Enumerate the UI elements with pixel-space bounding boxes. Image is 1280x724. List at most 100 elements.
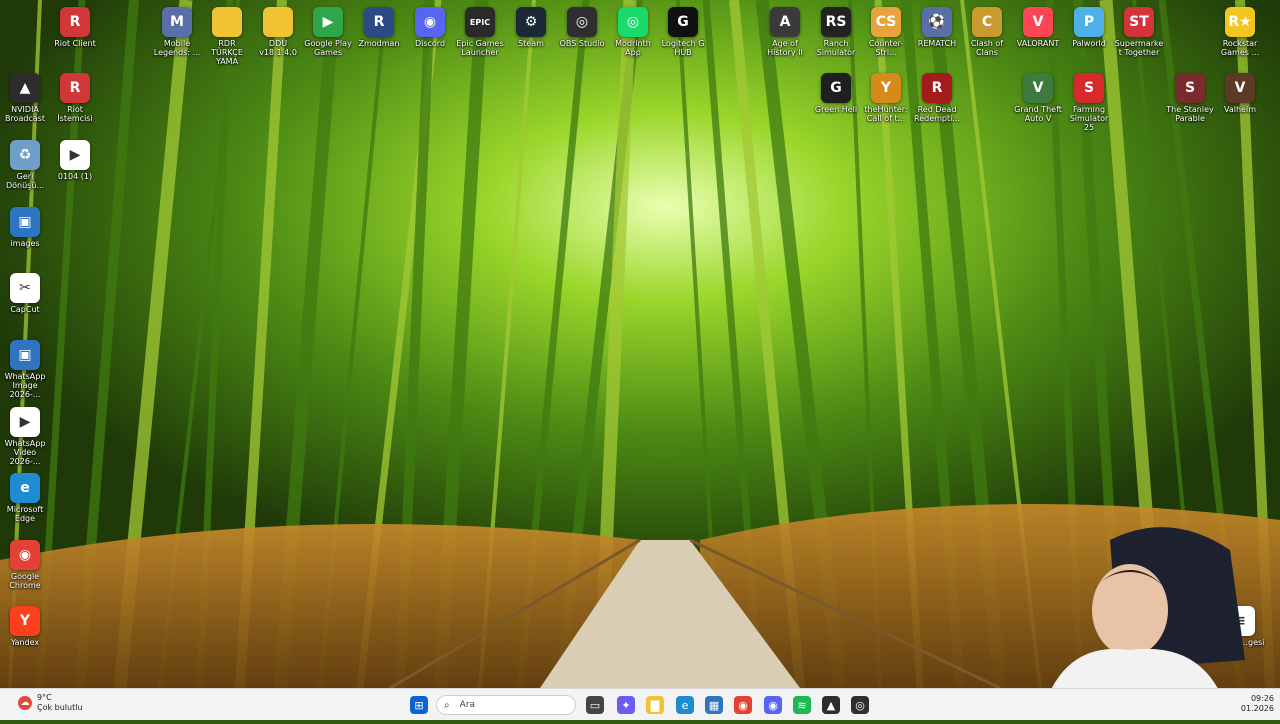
game-icon: R (922, 73, 952, 103)
desktop-icon-label: CapCut (10, 305, 40, 314)
search-icon: ⌕ (444, 699, 450, 711)
desktop-icon[interactable]: ▲ NVIDIA Broadcast (0, 70, 50, 123)
desktop-icon-label: Steam (518, 39, 544, 48)
desktop-icon[interactable]: ▶ 0104 (1) (50, 137, 100, 181)
taskbar-copilot-icon[interactable]: ✦ (617, 696, 635, 714)
taskbar-file-explorer-icon[interactable]: ▇ (646, 696, 664, 714)
modrinth-icon: ◎ (618, 7, 648, 37)
desktop-icon[interactable]: ◉ Discord (405, 4, 455, 48)
desktop-icon-label: Valheim (1224, 105, 1256, 114)
valorant-icon: V (1023, 7, 1053, 37)
desktop-icon-label: Epic Games Launcher (456, 39, 504, 57)
image-file-icon: ▣ (10, 340, 40, 370)
epic-icon: EPIC (465, 7, 495, 37)
system-clock[interactable]: 09:26 01.2026 (1241, 694, 1274, 714)
chrome-icon: ◉ (10, 540, 40, 570)
game-icon: RS (821, 7, 851, 37)
desktop-icon[interactable]: G Green Hell (811, 70, 861, 114)
desktop-icon[interactable]: V VALORANT (1013, 4, 1063, 48)
desktop-icon-label: Riot İstemcisi (57, 105, 93, 123)
desktop-icon[interactable]: ♻ Geri Dönüşü... (0, 137, 50, 190)
cs-icon: CS (871, 7, 901, 37)
weather-icon: ☁ (18, 696, 32, 710)
desktop-icon-label: Microsoft Edge (6, 505, 44, 523)
desktop-icon[interactable]: ▣ images (0, 204, 50, 248)
weather-temperature: 9°C (37, 693, 52, 702)
desktop-icon-label: RDR TÜRKÇE YAMA (211, 39, 243, 66)
video-file-icon: ▶ (60, 140, 90, 170)
desktop-icon[interactable]: ▶ Google Play Games (303, 4, 353, 57)
weather-description: Çok bulutlu (37, 703, 83, 712)
desktop-icon[interactable]: DDU v18.1.4.0 (253, 4, 303, 57)
desktop-icon[interactable]: ◎ Modrinth App (608, 4, 658, 57)
desktop-icon[interactable]: R★ Rockstar Games ... (1215, 4, 1265, 57)
desktop-icon[interactable]: ▣ WhatsApp Image 2026-... (0, 337, 50, 399)
desktop-icon-label: Ranch Simulator (816, 39, 856, 57)
rockstar-icon: R★ (1225, 7, 1255, 37)
image-file-icon: ▣ (10, 207, 40, 237)
desktop-icon[interactable]: V Grand Theft Auto V (1013, 70, 1063, 123)
desktop-icon[interactable]: R Riot İstemcisi (50, 70, 100, 123)
taskbar-chrome-icon[interactable]: ◉ (734, 696, 752, 714)
desktop-icon[interactable]: ◎ OBS Studio (557, 4, 607, 48)
desktop-icon-label: Riot Client (54, 39, 96, 48)
desktop-icon-label: REMATCH (917, 39, 957, 48)
desktop-icon[interactable]: RDR TÜRKÇE YAMA (202, 4, 252, 66)
taskbar-obs-icon[interactable]: ◎ (851, 696, 869, 714)
taskbar-discord-icon[interactable]: ◉ (764, 696, 782, 714)
desktop-icon-label: Zmodman (358, 39, 400, 48)
taskbar-store-icon[interactable]: ▦ (705, 696, 723, 714)
desktop-icon[interactable]: ✂ CapCut (0, 270, 50, 314)
desktop-icon[interactable]: S The Stanley Parable (1165, 70, 1215, 123)
desktop-icon-label: WhatsApp Image 2026-... (4, 372, 46, 399)
desktop-icon[interactable]: ⚽ REMATCH (912, 4, 962, 48)
desktop-icon[interactable]: R Red Dead Redempti... (912, 70, 962, 123)
desktop-icon[interactable]: Y Yandex (0, 603, 50, 647)
taskbar-spotify-icon[interactable]: ≋ (793, 696, 811, 714)
edge-icon: e (10, 473, 40, 503)
desktop-icon[interactable]: EPIC Epic Games Launcher (455, 4, 505, 57)
folder-icon (263, 7, 293, 37)
desktop-icon-label: theHunter: Call of t... (864, 105, 908, 123)
desktop-icon[interactable]: RS Ranch Simulator (811, 4, 861, 57)
game-icon: V (1225, 73, 1255, 103)
desktop-icon-label: OBS Studio (559, 39, 605, 48)
taskbar-task-view-icon[interactable]: ▭ (586, 696, 604, 714)
desktop-icon-label: Farming Simulator 25 (1069, 105, 1109, 132)
desktop-icon-label: Palworld (1072, 39, 1106, 48)
search-box[interactable]: ⌕ Ara (436, 695, 576, 715)
desktop-icon[interactable]: ◉ Google Chrome (0, 537, 50, 590)
desktop-icon[interactable]: S Farming Simulator 25 (1064, 70, 1114, 132)
desktop-icon[interactable]: G Logitech G HUB (658, 4, 708, 57)
game-icon: S (1074, 73, 1104, 103)
desktop-icon[interactable]: ⚙ Steam (506, 4, 556, 48)
game-icon: P (1074, 7, 1104, 37)
game-icon: ⚽ (922, 7, 952, 37)
play-games-icon: ▶ (313, 7, 343, 37)
desktop-icon-label: images (10, 239, 40, 248)
weather-widget[interactable]: ☁ 9°C Çok bulutlu (18, 693, 83, 713)
desktop-icon-label: Mobile Legends: ... (153, 39, 201, 57)
desktop-icon[interactable]: C Clash of Clans (962, 4, 1012, 57)
desktop-icon[interactable]: ▶ WhatsApp Video 2026-... (0, 404, 50, 466)
desktop-icon[interactable]: V Valheim (1215, 70, 1265, 114)
start-button[interactable]: ⊞ (410, 696, 428, 714)
desktop-icon[interactable]: YtheHunter: Call of t... (861, 70, 911, 123)
desktop-icon-label: Modrinth App (615, 39, 651, 57)
desktop-icon-label: Google Chrome (9, 572, 41, 590)
folder-icon (212, 7, 242, 37)
desktop-icon[interactable]: R Riot Client (50, 4, 100, 48)
riot-icon: R (60, 7, 90, 37)
desktop-icon[interactable]: ST Supermarket Together (1114, 4, 1164, 57)
desktop-icon[interactable]: M Mobile Legends: ... (152, 4, 202, 57)
desktop-icon[interactable]: e Microsoft Edge (0, 470, 50, 523)
desktop-icon[interactable]: A Age of History II (760, 4, 810, 57)
desktop-icon[interactable]: CS Counter-Stri... (861, 4, 911, 57)
desktop-icon[interactable]: R Zmodman (354, 4, 404, 48)
taskbar-nvidia-icon[interactable]: ▲ (822, 696, 840, 714)
desktop-icon[interactable]: P Palworld (1064, 4, 1114, 48)
taskbar-edge-icon[interactable]: e (676, 696, 694, 714)
steam-icon: ⚙ (516, 7, 546, 37)
desktop-icon-label: VALORANT (1016, 39, 1060, 48)
game-icon: S (1175, 73, 1205, 103)
